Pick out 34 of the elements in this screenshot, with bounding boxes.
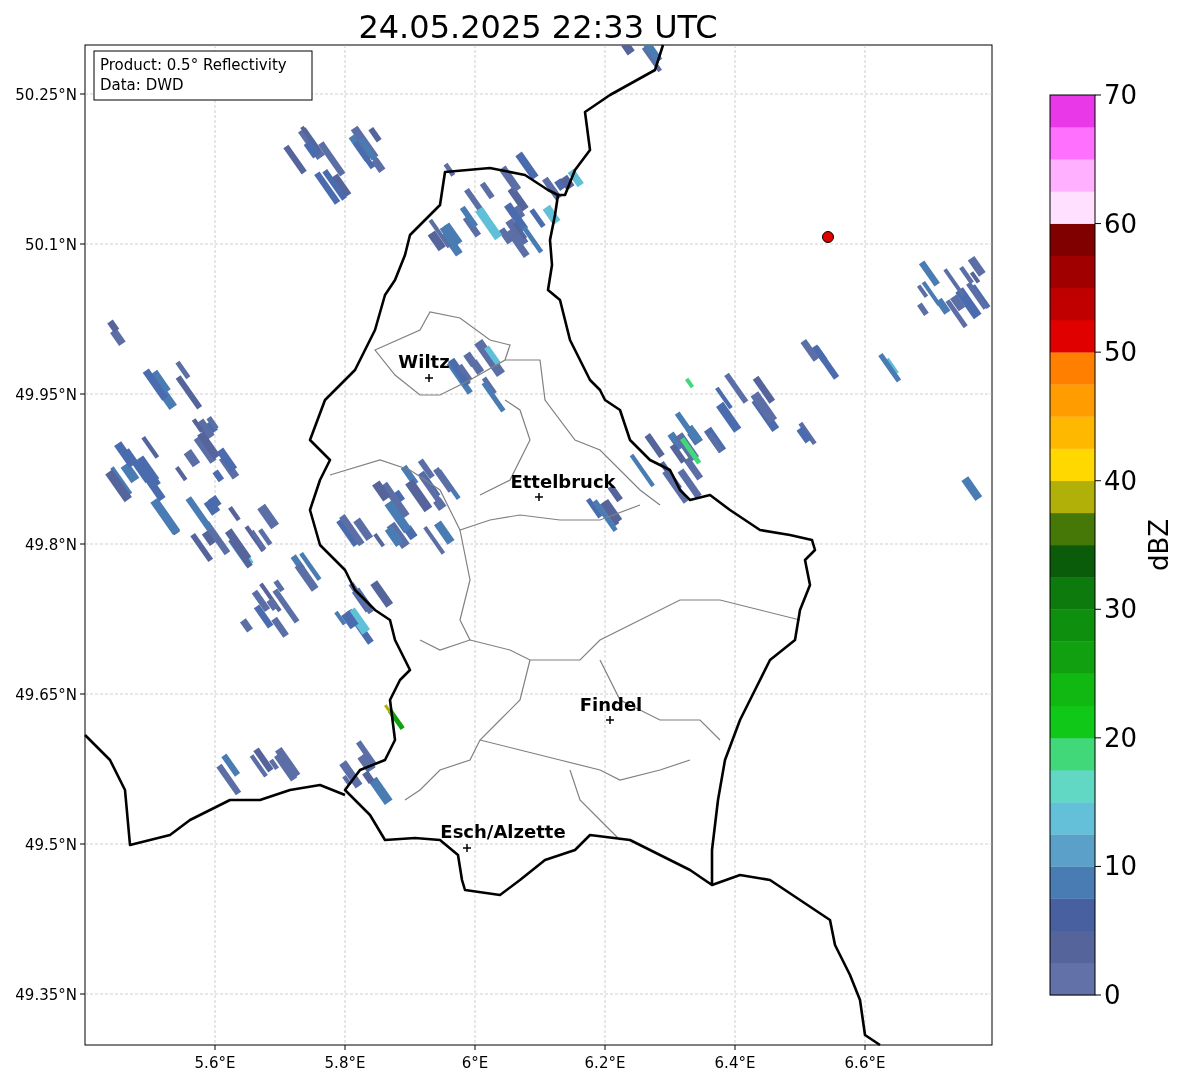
city-marker-icon (605, 715, 615, 725)
longitude-tick-label: 5.8°E (324, 1054, 366, 1072)
colorbar-tick-label: 70 (1104, 80, 1138, 110)
longitude-tick-label: 6.4°E (714, 1054, 756, 1072)
colorbar-tick-label: 10 (1104, 851, 1138, 882)
colorbar-tick-label: 20 (1104, 722, 1138, 753)
longitude-tick-label: 6°E (461, 1054, 489, 1072)
location-marker (822, 231, 834, 243)
longitude-tick-label: 6.6°E (844, 1054, 886, 1072)
city-marker-icon (462, 843, 472, 853)
latitude-tick-label: 49.8°N (24, 536, 77, 554)
colorbar-tick-label: 40 (1104, 465, 1138, 496)
info-text: Data: DWD (100, 76, 184, 94)
city-label: Esch/Alzette (440, 821, 566, 842)
colorbar-tick-label: 60 (1104, 208, 1138, 239)
latitude-tick-label: 49.65°N (15, 686, 77, 704)
city-marker-icon (534, 492, 544, 502)
city-label: Findel (579, 694, 643, 715)
city-label: Wiltz (398, 351, 450, 372)
latitude-tick-label: 50.1°N (24, 236, 77, 254)
longitude-tick-label: 5.6°E (194, 1054, 236, 1072)
latitude-tick-label: 50.25°N (15, 86, 77, 104)
colorbar-tick-label: 30 (1104, 594, 1138, 625)
latitude-tick-label: 49.5°N (24, 836, 77, 854)
latitude-tick-label: 49.95°N (15, 386, 77, 404)
latitude-tick-label: 49.35°N (15, 986, 77, 1004)
colorbar-label: dBZ (1144, 518, 1174, 572)
city-marker-icon (424, 373, 434, 383)
city-label: Ettelbruck (510, 471, 616, 492)
colorbar-tick-label: 50 (1104, 337, 1138, 368)
chart-title: 24.05.2025 22:33 UTC (358, 8, 718, 46)
colorbar-tick-label: 0 (1104, 980, 1121, 1010)
info-text: Product: 0.5° Reflectivity (100, 56, 287, 74)
longitude-tick-label: 6.2°E (584, 1054, 626, 1072)
